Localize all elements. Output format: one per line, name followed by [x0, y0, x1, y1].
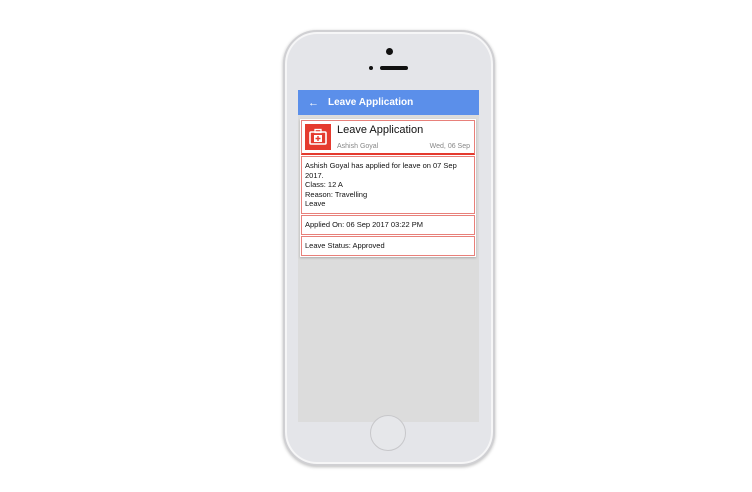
class-text: Class: 12 A [305, 180, 343, 189]
home-button[interactable] [370, 415, 406, 451]
screen: ← Leave Application Leave Application As… [298, 90, 479, 422]
applied-on: Applied On: 06 Sep 2017 03:22 PM [301, 215, 475, 235]
earpiece-speaker [380, 66, 408, 70]
app-bar: ← Leave Application [298, 90, 479, 115]
leave-type-text: Leave [305, 199, 326, 208]
applicant-name: Ashish Goyal [337, 143, 379, 150]
message-text: Ashish Goyal has applied for leave on 07… [305, 161, 457, 180]
sensor [369, 66, 373, 70]
front-camera [386, 48, 393, 55]
app-bar-title: Leave Application [328, 97, 414, 108]
card-header: Leave Application Ashish Goyal Wed, 06 S… [301, 120, 475, 155]
card-date: Wed, 06 Sep [429, 143, 470, 150]
message-body: Ashish Goyal has applied for leave on 07… [301, 156, 475, 214]
card-title: Leave Application [337, 124, 424, 136]
leave-status: Leave Status: Approved [301, 236, 475, 256]
arrow-left-icon[interactable]: ← [308, 97, 320, 109]
medical-kit-icon [305, 124, 331, 150]
leave-card[interactable]: Leave Application Ashish Goyal Wed, 06 S… [300, 119, 476, 257]
reason-text: Reason: Travelling [305, 189, 368, 199]
